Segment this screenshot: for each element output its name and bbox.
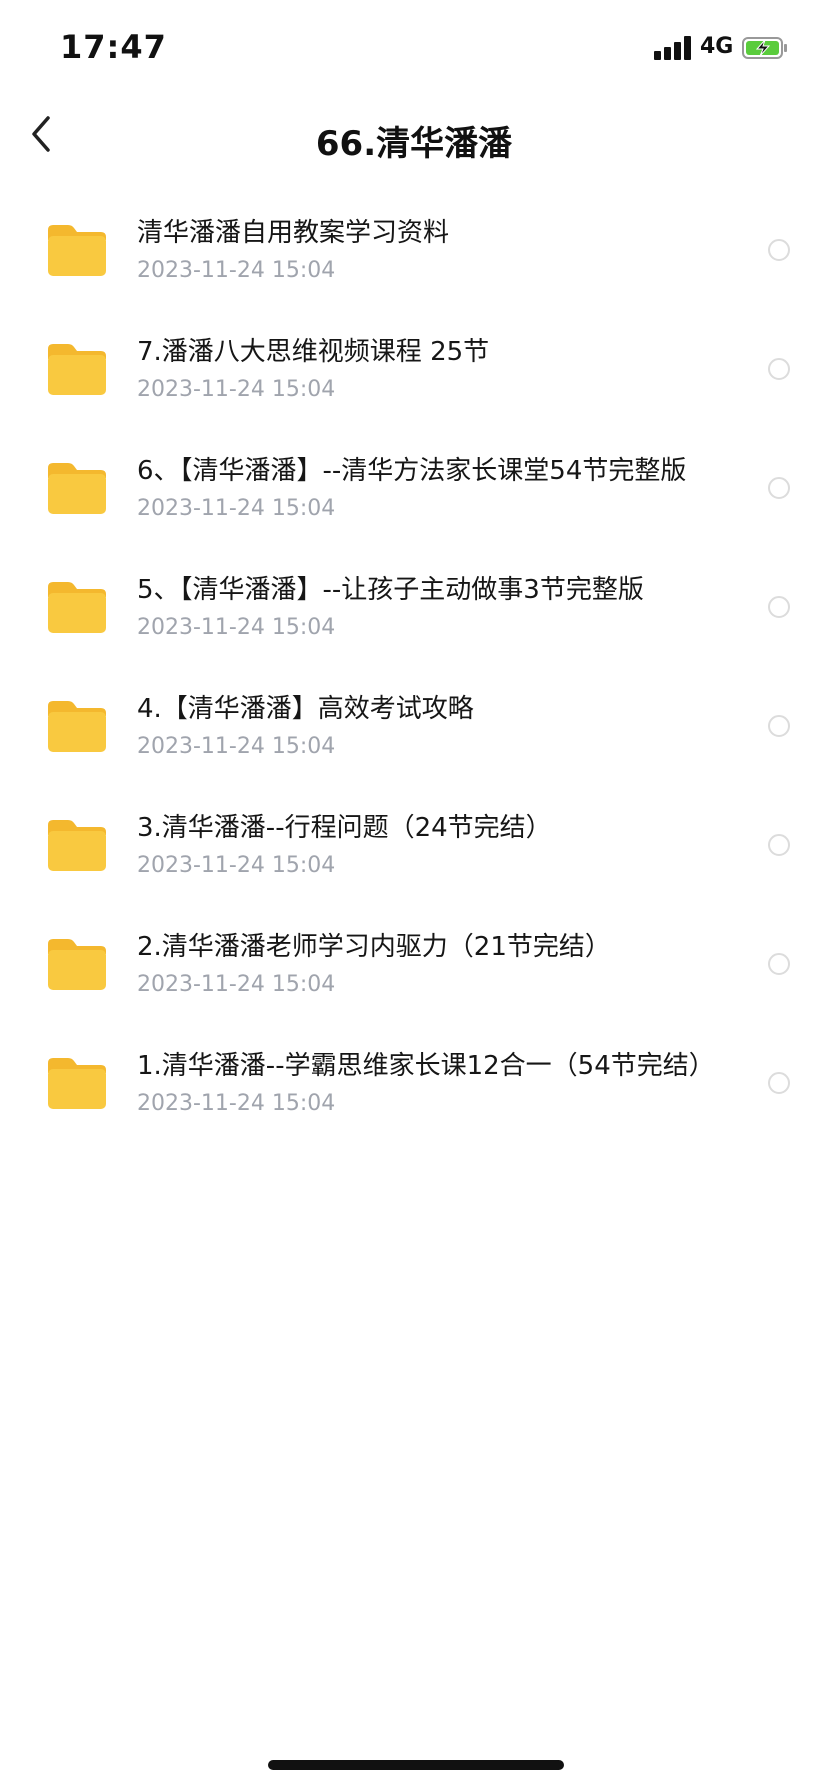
folder-icon [48, 1057, 106, 1109]
select-radio[interactable] [768, 595, 790, 618]
nav-bar: 66.清华潘潘 [0, 100, 828, 180]
folder-name: 5、【清华潘潘】--让孩子主动做事3节完整版 [137, 575, 644, 605]
page-title: 66.清华潘潘 [315, 124, 513, 164]
home-indicator[interactable] [268, 1760, 564, 1770]
folder-icon [48, 581, 106, 633]
folder-date: 2023-11-24 15:04 [137, 377, 336, 402]
folder-name: 清华潘潘自用教案学习资料 [137, 218, 450, 248]
folder-item[interactable]: 3.清华潘潘--行程问题（24节完结） 2023-11-24 15:04 [0, 785, 828, 904]
folder-icon [48, 343, 106, 395]
folder-date: 2023-11-24 15:04 [137, 853, 336, 878]
select-radio[interactable] [768, 833, 790, 856]
folder-name: 2.清华潘潘老师学习内驱力（21节完结） [137, 932, 611, 962]
network-type: 4G [700, 34, 734, 59]
folder-icon [48, 224, 106, 276]
folder-name: 7.潘潘八大思维视频课程 25节 [137, 337, 490, 367]
select-radio[interactable] [768, 476, 790, 499]
signal-icon [654, 36, 692, 60]
select-radio[interactable] [768, 1071, 790, 1094]
folder-icon [48, 700, 106, 752]
folder-date: 2023-11-24 15:04 [137, 972, 336, 997]
folder-name: 6、【清华潘潘】--清华方法家长课堂54节完整版 [137, 456, 687, 486]
folder-item[interactable]: 1.清华潘潘--学霸思维家长课12合一（54节完结） 2023-11-24 15… [0, 1023, 828, 1142]
folder-item[interactable]: 6、【清华潘潘】--清华方法家长课堂54节完整版 2023-11-24 15:0… [0, 428, 828, 547]
select-radio[interactable] [768, 357, 790, 380]
file-list: 清华潘潘自用教案学习资料 2023-11-24 15:04 7.潘潘八大思维视频… [0, 190, 828, 1142]
folder-date: 2023-11-24 15:04 [137, 258, 336, 283]
select-radio[interactable] [768, 714, 790, 737]
folder-item[interactable]: 4.【清华潘潘】高效考试攻略 2023-11-24 15:04 [0, 666, 828, 785]
folder-name: 4.【清华潘潘】高效考试攻略 [137, 694, 474, 724]
folder-item[interactable]: 清华潘潘自用教案学习资料 2023-11-24 15:04 [0, 190, 828, 309]
folder-item[interactable]: 5、【清华潘潘】--让孩子主动做事3节完整版 2023-11-24 15:04 [0, 547, 828, 666]
folder-item[interactable]: 2.清华潘潘老师学习内驱力（21节完结） 2023-11-24 15:04 [0, 904, 828, 1023]
folder-date: 2023-11-24 15:04 [137, 1091, 336, 1116]
folder-icon [48, 938, 106, 990]
folder-name: 3.清华潘潘--行程问题（24节完结） [137, 813, 552, 843]
battery-charging-icon [742, 37, 787, 59]
status-bar: 17:47 4G [0, 0, 828, 100]
folder-item[interactable]: 7.潘潘八大思维视频课程 25节 2023-11-24 15:04 [0, 309, 828, 428]
select-radio[interactable] [768, 238, 790, 261]
folder-name: 1.清华潘潘--学霸思维家长课12合一（54节完结） [137, 1051, 715, 1081]
folder-icon [48, 462, 106, 514]
folder-date: 2023-11-24 15:04 [137, 496, 336, 521]
folder-icon [48, 819, 106, 871]
status-time: 17:47 [60, 28, 167, 66]
select-radio[interactable] [768, 952, 790, 975]
folder-date: 2023-11-24 15:04 [137, 734, 336, 759]
folder-date: 2023-11-24 15:04 [137, 615, 336, 640]
